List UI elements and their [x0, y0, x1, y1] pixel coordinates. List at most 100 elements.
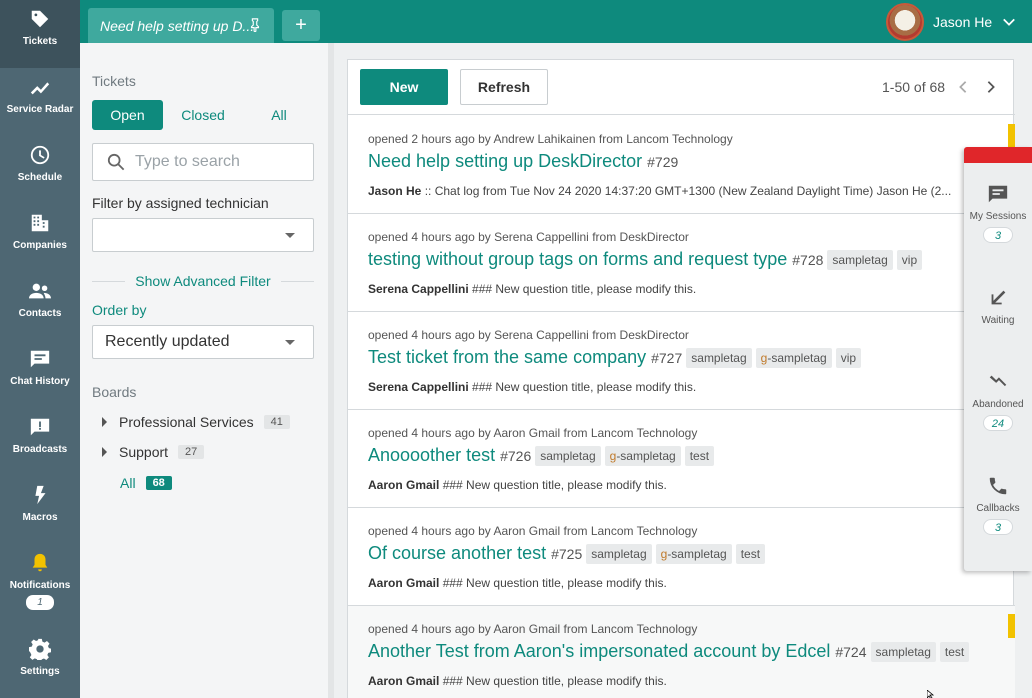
nav-companies[interactable]: Companies [0, 204, 80, 272]
filter-scrollbar[interactable] [328, 43, 334, 698]
order-select[interactable]: Recently updated [92, 325, 314, 359]
message-icon [988, 185, 1008, 203]
notification-badge: 1 [26, 595, 54, 610]
ticket-title[interactable]: testing without group tags on forms and … [368, 249, 787, 270]
nav-label: Chat History [10, 376, 70, 387]
tag[interactable]: sampletag [586, 543, 652, 564]
user-menu[interactable]: Jason He [886, 0, 1016, 43]
dock-status-bar [964, 147, 1032, 163]
order-value: Recently updated [105, 333, 230, 350]
ticket-snippet: Aaron Gmail ### New question title, plea… [368, 478, 667, 492]
board-professional-services[interactable]: Professional Services 41 [102, 412, 290, 432]
nav-service-radar[interactable]: Service Radar [0, 68, 80, 136]
dock-callbacks[interactable]: Callbacks 3 [964, 475, 1032, 535]
nav-chat-history[interactable]: Chat History [0, 340, 80, 408]
new-ticket-button[interactable]: New [360, 69, 448, 105]
tab-title: Need help setting up D... [100, 17, 255, 34]
tag[interactable]: test [684, 445, 715, 466]
priority-flag [1008, 124, 1015, 148]
ticket-meta: opened 4 hours ago by Aaron Gmail from L… [368, 524, 698, 538]
divider [280, 280, 314, 282]
ticket-meta: opened 2 hours ago by Andrew Lahikainen … [368, 132, 733, 146]
nav-settings[interactable]: Settings [0, 630, 80, 698]
ticket-tab[interactable]: Need help setting up D... [88, 8, 274, 43]
tag[interactable]: sampletag [686, 347, 752, 368]
caret-down-icon [285, 340, 295, 345]
ticket-row[interactable]: opened 4 hours ago by Aaron Gmail from L… [348, 606, 1015, 698]
ticket-row[interactable]: opened 4 hours ago by Aaron Gmail from L… [348, 508, 1015, 606]
ticket-number: #727 [651, 349, 683, 366]
avatar [886, 2, 924, 41]
expand-icon[interactable] [102, 447, 107, 457]
ticket-title[interactable]: Anoooother test [368, 445, 495, 466]
nav-notifications[interactable]: Notifications 1 [0, 544, 80, 630]
tag[interactable]: vip [835, 347, 862, 368]
dock-my-sessions[interactable]: My Sessions 3 [964, 183, 1032, 243]
caret-down-icon [285, 233, 295, 238]
ticket-title-row: Another Test from Aaron's impersonated a… [368, 641, 970, 662]
chevron-right-icon[interactable] [984, 80, 998, 94]
ticket-snippet: Serena Cappellini ### New question title… [368, 380, 697, 394]
boards-heading: Boards [92, 384, 137, 400]
add-tab-button[interactable]: + [282, 10, 320, 41]
search-input[interactable] [135, 153, 305, 171]
dock-label: Waiting [981, 315, 1015, 326]
advanced-filter-toggle[interactable]: Show Advanced Filter [92, 272, 314, 290]
ticket-row[interactable]: opened 4 hours ago by Serena Cappellini … [348, 214, 1015, 312]
ticket-title[interactable]: Need help setting up DeskDirector [368, 151, 642, 172]
nav-schedule[interactable]: Schedule [0, 136, 80, 204]
nav-label: Contacts [18, 308, 62, 319]
tag[interactable]: g-sampletag [655, 543, 732, 564]
ticket-title-row: Need help setting up DeskDirector #729 [368, 151, 678, 172]
nav-contacts[interactable]: Contacts [0, 272, 80, 340]
dock-label: My Sessions [969, 211, 1027, 222]
pin-icon[interactable] [248, 18, 262, 32]
trend-icon [30, 82, 50, 95]
board-support[interactable]: Support 27 [102, 442, 205, 462]
tag[interactable]: sampletag [870, 641, 936, 662]
nav-tickets[interactable]: Tickets [0, 0, 80, 68]
tag[interactable]: vip [896, 249, 923, 270]
alert-icon [30, 418, 50, 436]
mouse-cursor-icon [927, 690, 935, 698]
nav-broadcasts[interactable]: Broadcasts [0, 408, 80, 476]
priority-flag [1008, 614, 1015, 638]
tag[interactable]: sampletag [535, 445, 601, 466]
ticket-title-row: Of course another test #725 sampletag g-… [368, 543, 766, 564]
ticket-title-row: Test ticket from the same company #727 s… [368, 347, 862, 368]
tab-open[interactable]: Open [92, 100, 163, 130]
ticket-title[interactable]: Test ticket from the same company [368, 347, 646, 368]
ticket-row[interactable]: opened 4 hours ago by Aaron Gmail from L… [348, 410, 1015, 508]
board-all[interactable]: All 68 [120, 475, 172, 491]
technician-select[interactable] [92, 218, 314, 252]
dock-waiting[interactable]: Waiting [964, 287, 1032, 326]
arrow-down-left-icon [991, 290, 1006, 305]
list-toolbar: New Refresh 1-50 of 68 [348, 60, 1015, 115]
ticket-row[interactable]: opened 4 hours ago by Serena Cappellini … [348, 312, 1015, 410]
tag[interactable]: g-sampletag [755, 347, 832, 368]
clock-icon [30, 145, 50, 165]
tab-all[interactable]: All [243, 100, 315, 130]
nav-label: Schedule [17, 172, 63, 183]
tab-closed[interactable]: Closed [163, 100, 243, 130]
dock-label: Callbacks [976, 503, 1020, 514]
dock-abandoned[interactable]: Abandoned 24 [964, 371, 1032, 431]
user-name: Jason He [933, 13, 993, 30]
expand-icon[interactable] [102, 417, 107, 427]
ticket-title[interactable]: Of course another test [368, 543, 546, 564]
ticket-list-panel: New Refresh 1-50 of 68 opened 2 hours ag… [347, 59, 1015, 698]
nav-macros[interactable]: Macros [0, 476, 80, 544]
tag[interactable]: g-sampletag [604, 445, 681, 466]
tag[interactable]: test [939, 641, 970, 662]
tag[interactable]: test [735, 543, 766, 564]
board-all-count: 68 [145, 476, 172, 490]
board-count: 41 [263, 415, 290, 429]
filter-heading: Tickets [92, 73, 136, 89]
chevron-left-icon[interactable] [956, 80, 970, 94]
ticket-title-row: testing without group tags on forms and … [368, 249, 923, 270]
ticket-title[interactable]: Another Test from Aaron's impersonated a… [368, 641, 830, 662]
tag[interactable]: sampletag [827, 249, 893, 270]
refresh-button[interactable]: Refresh [460, 69, 548, 105]
ticket-row[interactable]: opened 2 hours ago by Andrew Lahikainen … [348, 116, 1015, 214]
status-tabs: Open Closed All [92, 100, 315, 130]
